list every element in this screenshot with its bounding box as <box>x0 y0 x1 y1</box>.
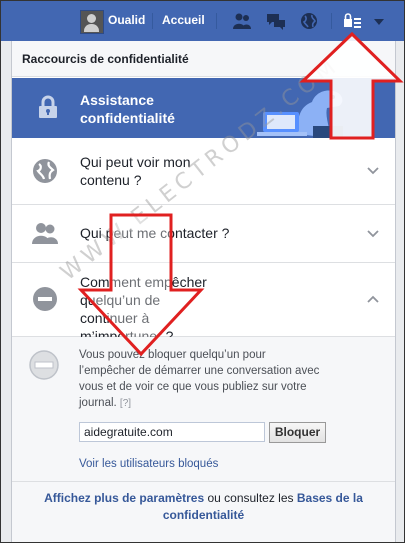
globe-icon[interactable] <box>299 12 319 30</box>
chevron-up-icon[interactable] <box>367 295 379 303</box>
row-label: Comment empêcher quelqu’un de continuer … <box>80 274 207 344</box>
help-link[interactable]: [?] <box>120 398 131 409</box>
lock-icon <box>39 95 57 118</box>
assistance-label: Assistance confidentialité <box>80 92 175 126</box>
home-link[interactable]: Accueil <box>162 13 205 27</box>
friends-icon[interactable] <box>232 12 252 30</box>
privacy-shortcuts-panel: Raccourcis de confidentialité Assistance… <box>11 41 396 542</box>
block-button[interactable]: Bloquer <box>269 422 326 443</box>
top-navigation-bar: Oualid Accueil <box>1 1 404 41</box>
profile-link[interactable]: Oualid <box>108 13 145 27</box>
chevron-down-icon[interactable] <box>367 167 379 175</box>
background-strip <box>1 41 11 542</box>
block-user-input[interactable] <box>79 422 265 442</box>
divider <box>331 13 332 29</box>
privacy-lock-icon[interactable] <box>341 10 363 32</box>
caret-down-icon[interactable] <box>374 19 384 25</box>
block-section: Vous pouvez bloquer quelqu’un pour l’emp… <box>12 337 395 482</box>
divider <box>216 13 217 29</box>
divider <box>152 13 153 29</box>
avatar[interactable] <box>80 10 104 34</box>
privacy-assistance-item[interactable]: Assistance confidentialité <box>12 78 395 138</box>
footer-text: ou consultez les <box>204 491 297 505</box>
privacy-shortcuts-window: Oualid Accueil Raccourcis de confidentia… <box>0 0 405 543</box>
panel-footer: Affichez plus de paramètres ou consultez… <box>12 482 395 542</box>
people-icon <box>32 223 58 244</box>
block-icon <box>29 350 59 380</box>
messages-icon[interactable] <box>266 12 286 30</box>
block-icon <box>33 287 57 311</box>
block-description: Vous pouvez bloquer quelqu’un pour l’emp… <box>79 347 324 412</box>
more-settings-link[interactable]: Affichez plus de paramètres <box>44 491 204 505</box>
globe-icon <box>33 159 57 183</box>
block-description-text: Vous pouvez bloquer quelqu’un pour l’emp… <box>79 349 320 409</box>
chevron-down-icon[interactable] <box>367 230 379 238</box>
blocked-users-link[interactable]: Voir les utilisateurs bloqués <box>79 458 218 470</box>
